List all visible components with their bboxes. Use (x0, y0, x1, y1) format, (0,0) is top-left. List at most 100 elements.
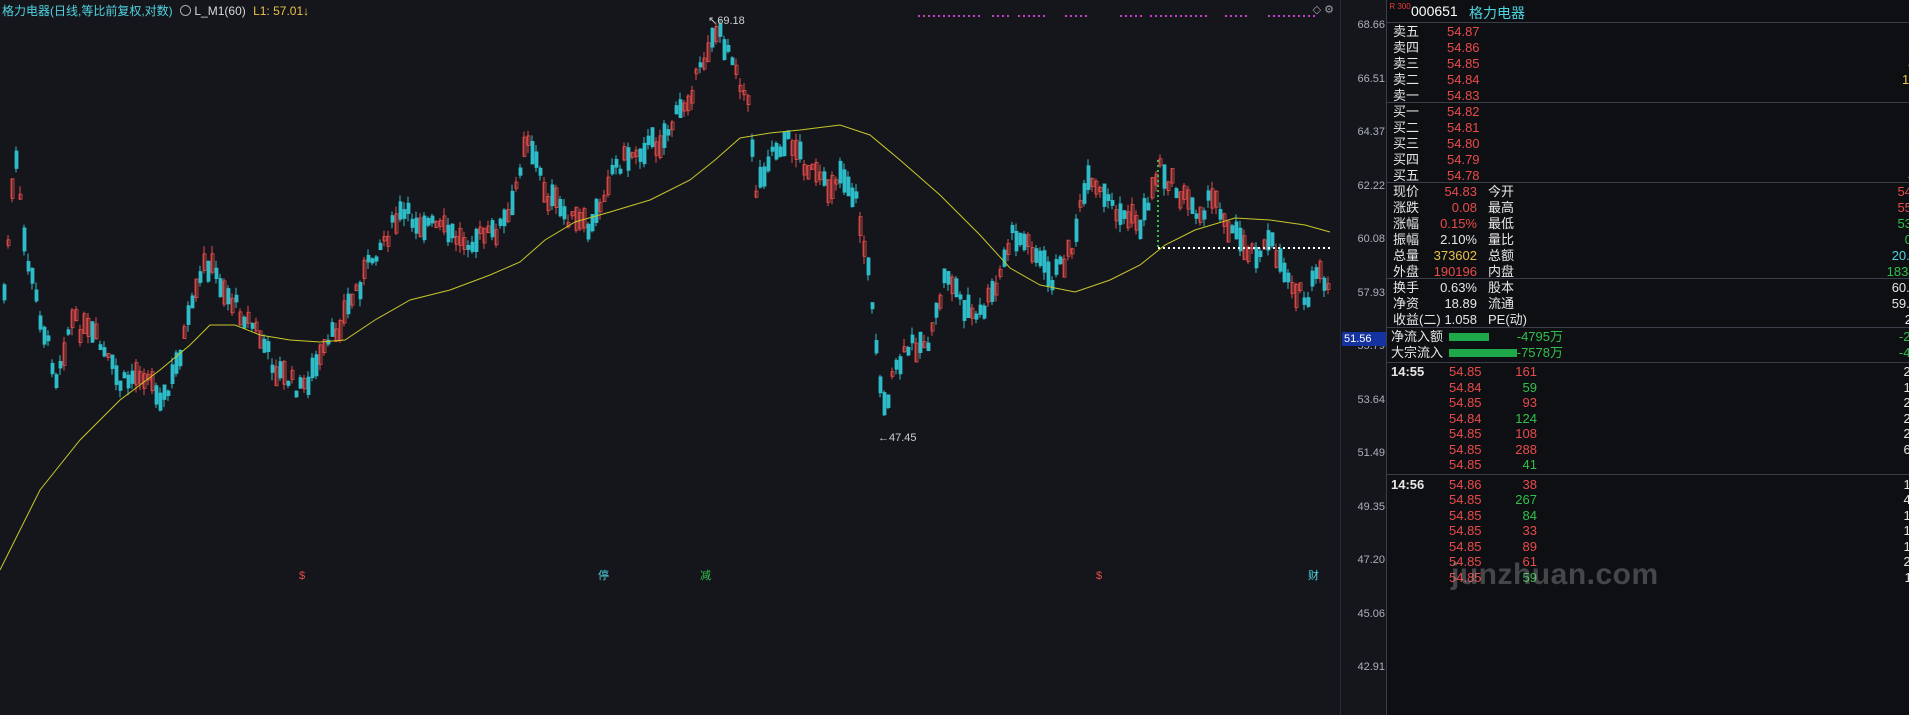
tick-count: 21 (1904, 554, 1909, 570)
ask-price: 54.85 (1447, 56, 1480, 71)
stat-label: 涨幅 (1393, 216, 1420, 231)
bid-price: 54.81 (1447, 120, 1480, 135)
ask-row: 卖四54.86362 (1387, 40, 1909, 56)
candle-body (866, 257, 871, 276)
candle-body (1310, 270, 1315, 287)
tick-count: 24 (1904, 395, 1909, 411)
event-marker[interactable]: $ (297, 569, 307, 583)
tick-volume: 288 (1515, 441, 1537, 457)
high-price-label: ↖69.18 (708, 15, 745, 27)
y-tick-label: 47.20 (1357, 554, 1385, 566)
candle-body (846, 176, 851, 197)
candle-body (1042, 250, 1047, 273)
candle-body (414, 217, 419, 234)
low-price-label: ←47.45 (878, 432, 917, 444)
candle-body (58, 360, 63, 369)
bid-label: 买一 (1393, 104, 1420, 119)
candle-body (982, 305, 987, 319)
candle-body (662, 123, 667, 148)
tick-row: 54.85 267 41 (1387, 492, 1909, 508)
stat-value: 0.15% (1440, 216, 1477, 231)
candle-body (974, 313, 979, 320)
candle-body (1054, 259, 1059, 275)
candle-body (278, 361, 283, 379)
tick-price: 54.85 (1449, 523, 1482, 538)
stat-value: 18.89 (1444, 296, 1477, 311)
flow-pct: -2% (1898, 329, 1909, 344)
candle-body (1258, 250, 1263, 258)
tick-price: 54.85 (1449, 395, 1482, 410)
stat-label: 换手 (1393, 280, 1420, 295)
candle-body (1322, 277, 1327, 291)
candle-body (42, 326, 47, 345)
tick-row: 54.85417 (1387, 457, 1909, 473)
tick-volume: 161 (1515, 364, 1537, 379)
stat-value: 20.3亿 (1891, 248, 1909, 263)
kline-chart[interactable]: 格力电器(日线,等比前复权,对数) L_M1(60) L1: 57.01↓ ◇ … (0, 0, 1340, 715)
divider (1387, 362, 1909, 363)
candle-body (374, 256, 379, 262)
candle-body (666, 129, 671, 136)
tick-row: 54.84 124 28 (1387, 411, 1909, 427)
candle-body (114, 365, 119, 385)
tick-count: 28 (1904, 411, 1909, 427)
tick-price: 54.85 (1449, 426, 1482, 441)
candle-body (962, 300, 967, 321)
divider (1387, 102, 1909, 103)
candle-body (306, 376, 311, 395)
divider (1387, 278, 1909, 279)
candle-body (782, 131, 787, 157)
tick-row: 54.85 108 20 (1387, 426, 1909, 442)
stat-label: 涨跌 (1393, 200, 1420, 215)
candle-body (958, 294, 963, 300)
candle-body (286, 380, 291, 386)
stat-label: 总额 (1488, 248, 1515, 263)
candle-body (54, 374, 59, 388)
y-tick-label: 57.93 (1357, 286, 1385, 299)
candle-body (154, 385, 159, 405)
tick-price: 54.84 (1449, 410, 1482, 426)
candle-body (1050, 280, 1055, 291)
candle-body (98, 344, 103, 351)
candle-body (470, 241, 475, 252)
kline-canvas (0, 15, 1332, 571)
event-marker[interactable]: 财 (1306, 569, 1321, 583)
candle-body (1110, 200, 1115, 206)
candle-body (1142, 198, 1147, 221)
candle-body (990, 280, 995, 302)
flow-bar (1449, 349, 1517, 357)
stat-value: 373602 (1433, 248, 1477, 263)
candle-body (726, 44, 731, 52)
tick-time: 14:55 (1391, 364, 1425, 379)
candle-body (2, 284, 7, 301)
tick-price: 54.85 (1449, 364, 1482, 379)
event-marker[interactable]: 减 (698, 569, 713, 583)
divider (1387, 182, 1909, 183)
candle-body (618, 168, 623, 174)
event-marker[interactable]: 停 (596, 569, 611, 583)
candle-body (398, 201, 403, 220)
candle-body (870, 302, 875, 310)
tick-count: 13 (1904, 523, 1909, 539)
quote-panel: R 300 000651 格力电器 卖五54.87164卖四54.86362卖三… (1386, 0, 1909, 715)
candle-body (1106, 194, 1111, 201)
bid-row: 买四54.79156 (1387, 152, 1909, 168)
candle-body (242, 316, 247, 329)
candle-body (678, 99, 683, 118)
y-tick-label: 45.06 (1357, 607, 1385, 620)
candle-body (1010, 224, 1015, 234)
candle-body (90, 321, 95, 343)
candle-body (786, 130, 791, 139)
event-marker[interactable]: $ (1094, 569, 1104, 583)
stat-label: PE(动) (1488, 312, 1528, 327)
tick-volume: 33 (1522, 523, 1537, 538)
candle-body (314, 354, 319, 377)
stat-label: 总量 (1393, 248, 1420, 263)
tick-price: 54.84 (1449, 379, 1482, 395)
candle-body (1034, 248, 1039, 263)
candle-body (538, 167, 543, 176)
ask-label: 卖四 (1393, 40, 1420, 55)
candle-body (66, 329, 71, 335)
candle-body (550, 184, 555, 207)
candle-body (30, 267, 35, 284)
